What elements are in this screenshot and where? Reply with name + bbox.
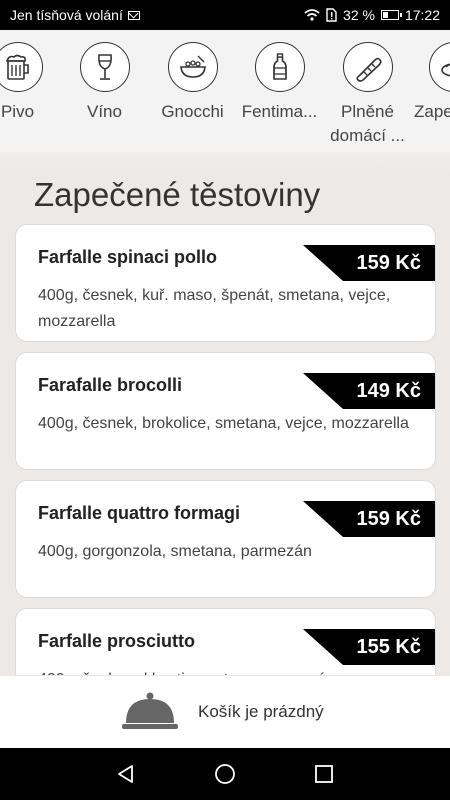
sausage-icon — [342, 42, 393, 92]
price-tag: 159 Kč — [303, 501, 435, 537]
beer-icon — [0, 42, 43, 92]
dish-icon — [428, 42, 450, 92]
category-strip[interactable]: Pivo Víno Gnocchi Fentima... Plněné domá… — [0, 30, 450, 152]
battery-percent: 32 % — [343, 7, 375, 23]
recents-icon[interactable] — [309, 759, 339, 789]
home-icon[interactable] — [210, 759, 240, 789]
category-label: Gnocchi — [161, 102, 224, 121]
category-label: Fentima... — [241, 102, 318, 121]
category-label: Pivo — [0, 102, 35, 121]
price-tag: 155 Kč — [303, 629, 435, 665]
menu-item-description: 400g, česnek, kuř. maso, špenát, smetana… — [38, 287, 391, 330]
navigation-bar — [0, 748, 450, 800]
menu-item-description: 400g, gorgonzola, smetana, parmezán — [38, 543, 312, 560]
divider — [0, 152, 450, 174]
category-item-vino[interactable]: Víno — [57, 42, 152, 124]
menu-item-name: Farfalle quattro formagi — [38, 503, 241, 523]
cart-bar[interactable]: Košík je prázdný — [0, 675, 450, 748]
category-item-plnene[interactable]: Plněné domácí ... — [320, 42, 415, 148]
cart-status-text: Košík je prázdný — [198, 702, 324, 721]
menu-item-card[interactable]: Farfalle quattro formagi 400g, gorgonzol… — [15, 480, 436, 598]
mail-notification-icon — [127, 10, 140, 20]
battery-icon — [380, 10, 402, 20]
category-item-gnocchi[interactable]: Gnocchi — [145, 42, 240, 124]
cloche-icon — [122, 692, 178, 729]
clock: 17:22 — [404, 7, 440, 23]
bottle-icon — [254, 42, 305, 92]
menu-item-name: Farfalle spinaci pollo — [38, 247, 218, 267]
category-item-zapecene[interactable]: Zape bran — [406, 42, 450, 124]
menu-item-description: 400g, česnek, brokolice, smetana, vejce,… — [38, 415, 409, 432]
carrier-text: Jen tísňová volání — [10, 7, 123, 23]
back-icon[interactable] — [111, 759, 141, 789]
menu-item-name: Farafalle brocolli — [38, 375, 183, 395]
status-bar: Jen tísňová volání 32 % 17:22 — [0, 0, 450, 30]
wifi-icon — [304, 9, 320, 21]
wine-glass-icon — [79, 42, 130, 92]
price-tag: 149 Kč — [303, 373, 435, 409]
category-item-pivo[interactable]: Pivo — [0, 42, 65, 124]
price-tag: 159 Kč — [303, 245, 435, 281]
menu-item-name: Farfalle prosciutto — [38, 631, 196, 651]
category-label: Víno — [87, 102, 122, 121]
category-item-fentima[interactable]: Fentima... — [232, 42, 327, 124]
menu-item-card[interactable]: Farfalle spinaci pollo 400g, česnek, kuř… — [15, 224, 436, 342]
menu-item-card[interactable]: Farafalle brocolli 400g, česnek, brokoli… — [15, 352, 436, 470]
no-sim-icon — [326, 8, 337, 22]
category-label: Plněné domácí ... — [330, 102, 405, 145]
section-title: Zapečené těstoviny — [34, 176, 321, 213]
bowl-icon — [167, 42, 218, 92]
category-label: Zape bran — [414, 102, 450, 121]
